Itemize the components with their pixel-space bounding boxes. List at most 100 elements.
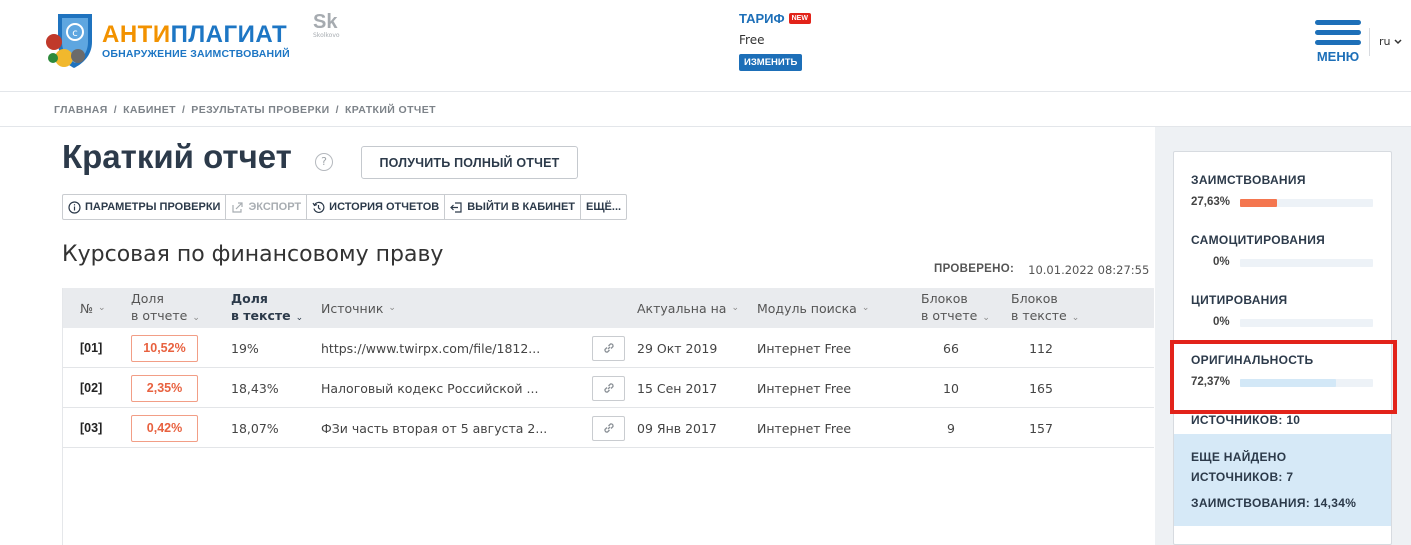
breadcrumb-separator: / [181, 104, 186, 116]
logo-title: АНТИПЛАГИАТ [102, 21, 288, 48]
skolkovo-logo: Sk Skolkovo [313, 11, 340, 39]
tariff-block: ТАРИФ NEW Free ИЗМЕНИТЬ [739, 11, 811, 71]
breadcrumb-separator: / [113, 104, 118, 116]
hamburger-icon [1315, 20, 1361, 45]
share-text-value: 18,07% [231, 420, 279, 436]
borrowing-value: 27,63% [1191, 196, 1231, 208]
column-source[interactable]: Источник ⌄ [321, 288, 396, 328]
blocks-text: 165 [1029, 380, 1053, 396]
new-badge: NEW [788, 13, 811, 24]
actual-date: 29 Окт 2019 [637, 340, 718, 356]
blocks-text: 157 [1029, 420, 1053, 436]
share-report-value[interactable]: 0,42% [131, 414, 198, 442]
citation-bar [1240, 319, 1373, 327]
report-history-button[interactable]: ИСТОРИЯ ОТЧЕТОВ [307, 195, 446, 219]
open-source-button[interactable] [592, 375, 625, 401]
column-module[interactable]: Модуль поиска ⌄ [757, 288, 869, 328]
more-found-box[interactable]: ЕЩЕ НАЙДЕНО ИСТОЧНИКОВ: 7 ЗАИМСТВОВАНИЯ:… [1174, 434, 1391, 526]
export-button[interactable]: ЭКСПОРТ [226, 195, 308, 219]
history-icon [312, 201, 325, 214]
link-icon [603, 383, 614, 393]
share-text-value: 18,43% [231, 380, 279, 396]
header: c АНТИПЛАГИАТ ОБНАРУЖЕНИЕ ЗАИМСТВОВАНИЙ … [0, 0, 1411, 92]
link-icon [603, 343, 614, 353]
blocks-report: 9 [947, 420, 955, 436]
share-report-value[interactable]: 2,35% [131, 374, 198, 402]
search-module: Интернет Free [757, 340, 852, 356]
originality-highlight [1170, 340, 1397, 414]
open-source-button[interactable] [592, 335, 625, 361]
chevron-down-icon [1393, 38, 1402, 44]
antiplagiat-logo[interactable]: c АНТИПЛАГИАТ ОБНАРУЖЕНИЕ ЗАИМСТВОВАНИЙ [44, 12, 290, 70]
source-link[interactable]: Налоговый кодекс Российской ... [321, 368, 538, 408]
full-report-button[interactable]: ПОЛУЧИТЬ ПОЛНЫЙ ОТЧЕТ [361, 146, 578, 179]
breadcrumb: ГЛАВНАЯ / КАБИНЕТ / РЕЗУЛЬТАТЫ ПРОВЕРКИ … [54, 104, 436, 116]
menu-label: МЕНЮ [1316, 49, 1360, 64]
search-module: Интернет Free [757, 420, 852, 436]
breadcrumb-results[interactable]: РЕЗУЛЬТАТЫ ПРОВЕРКИ [191, 104, 329, 116]
chevron-down-icon: ⌄ [98, 303, 106, 313]
info-icon [68, 200, 81, 214]
svg-text:c: c [72, 28, 78, 39]
column-share-text[interactable]: Доля в тексте ⌄ [231, 288, 303, 328]
help-icon[interactable]: ? [315, 153, 333, 171]
breadcrumb-current: КРАТКИЙ ОТЧЕТ [344, 104, 436, 116]
table-row[interactable]: [03] 0,42% 18,07% ФЗи часть вторая от 5 … [63, 408, 1154, 448]
blocks-text: 112 [1029, 340, 1053, 356]
table-header: № ⌄ Доля в отчете ⌄ Доля в тексте ⌄ Источник ⌄… [63, 288, 1154, 328]
divider [1369, 28, 1370, 56]
language-select[interactable]: ru [1379, 35, 1402, 48]
self-citation-label: САМОЦИТИРОВАНИЯ [1191, 233, 1326, 247]
checked-date: ПРОВЕРЕНО: 10.01.2022 08:27:55 [934, 263, 1150, 277]
link-icon [603, 423, 614, 433]
breadcrumb-cabinet[interactable]: КАБИНЕТ [123, 104, 176, 116]
source-link[interactable]: ФЗи часть вторая от 5 августа 2... [321, 408, 547, 448]
blocks-report: 66 [943, 340, 959, 356]
logo-shield-icon: c [44, 12, 96, 70]
actual-date: 15 Сен 2017 [637, 380, 718, 396]
more-button[interactable]: ЕЩЁ... [581, 195, 626, 219]
table-row[interactable]: [01] 10,52% 19% https://www.twirpx.com/f… [63, 328, 1154, 368]
tariff-value: Free [739, 33, 765, 47]
row-number: [01] [80, 341, 103, 355]
page-title: Краткий отчет [62, 138, 292, 175]
open-source-button[interactable] [592, 415, 625, 441]
column-blocks-text[interactable]: Блоков в тексте ⌄ [1011, 288, 1079, 328]
column-num[interactable]: № ⌄ [80, 288, 106, 328]
self-citation-bar [1240, 259, 1373, 267]
chevron-down-icon: ⌄ [731, 303, 739, 313]
check-params-button[interactable]: ПАРАМЕТРЫ ПРОВЕРКИ [63, 195, 227, 219]
exit-icon [450, 201, 463, 214]
chevron-down-icon: ⌄ [295, 312, 304, 323]
search-module: Интернет Free [757, 380, 852, 396]
column-share-report[interactable]: Доля в отчете ⌄ [131, 288, 200, 328]
chevron-down-icon: ⌄ [192, 312, 200, 323]
report-toolbar: ПАРАМЕТРЫ ПРОВЕРКИ ЭКСПОРТ ИСТОРИЯ ОТЧЕТ… [62, 194, 628, 220]
menu-button[interactable]: МЕНЮ [1315, 20, 1361, 64]
share-text-value: 19% [231, 340, 259, 356]
tariff-title[interactable]: ТАРИФ NEW [739, 11, 811, 26]
logo-subtitle: ОБНАРУЖЕНИЕ ЗАИМСТВОВАНИЙ [102, 48, 290, 60]
chevron-down-icon: ⌄ [982, 312, 990, 323]
actual-date: 09 Янв 2017 [637, 420, 717, 436]
blocks-report: 10 [943, 380, 959, 396]
citation-value: 0% [1213, 316, 1230, 328]
sources-count: ИСТОЧНИКОВ: 10 [1191, 413, 1301, 427]
borrowing-label: ЗАИМСТВОВАНИЯ [1191, 173, 1306, 187]
row-number: [03] [80, 421, 103, 435]
change-tariff-button[interactable]: ИЗМЕНИТЬ [739, 54, 803, 71]
share-report-value[interactable]: 10,52% [131, 334, 198, 362]
chevron-down-icon: ⌄ [1071, 312, 1080, 323]
self-citation-value: 0% [1213, 256, 1230, 268]
chevron-down-icon: ⌄ [861, 303, 870, 313]
table-row[interactable]: [02] 2,35% 18,43% Налоговый кодекс Росси… [63, 368, 1154, 408]
column-actual[interactable]: Актуальна на ⌄ [637, 288, 739, 328]
chevron-down-icon: ⌄ [388, 303, 396, 313]
export-icon [231, 201, 244, 214]
source-link[interactable]: https://www.twirpx.com/file/1812... [321, 328, 540, 368]
column-blocks-report[interactable]: Блоков в отчете ⌄ [921, 288, 990, 328]
citation-label: ЦИТИРОВАНИЯ [1191, 293, 1288, 307]
exit-cabinet-button[interactable]: ВЫЙТИ В КАБИНЕТ [445, 195, 582, 219]
sources-table: № ⌄ Доля в отчете ⌄ Доля в тексте ⌄ Источник ⌄… [62, 288, 1154, 545]
breadcrumb-home[interactable]: ГЛАВНАЯ [54, 104, 108, 116]
